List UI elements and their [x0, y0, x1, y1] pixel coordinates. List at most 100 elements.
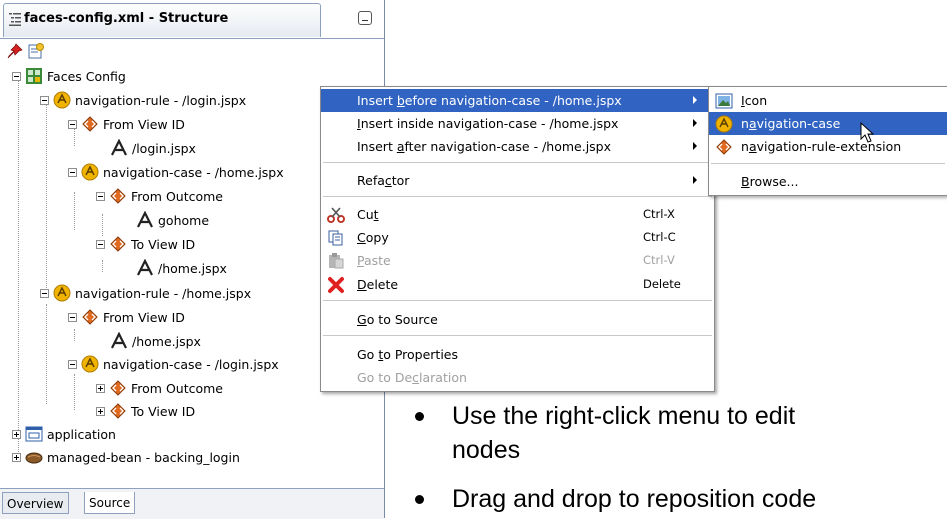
tree-node[interactable]: navigation-case - /home.jspx	[68, 161, 284, 183]
submenu-arrow-icon	[693, 142, 697, 150]
scissors-icon	[327, 207, 345, 223]
bullet-dot	[415, 412, 424, 421]
element-icon	[716, 139, 732, 155]
pin-icon[interactable]	[6, 42, 24, 60]
menu-separator	[323, 196, 712, 197]
expand-toggle[interactable]	[96, 406, 105, 416]
new-view-icon[interactable]	[27, 42, 45, 60]
insert-submenu: Icon navigation-case navigation-rule-ext…	[708, 86, 947, 196]
delete-icon	[328, 277, 344, 293]
collapse-toggle[interactable]	[40, 288, 49, 298]
shortcut-label: Ctrl-C	[643, 230, 676, 244]
element-icon	[110, 188, 126, 204]
bullet-text: Use the right-click menu to edit	[452, 402, 796, 430]
tree-node-label: /login.jspx	[132, 140, 196, 156]
collapse-toggle[interactable]	[12, 71, 21, 81]
tree-node[interactable]: From View ID	[68, 306, 185, 328]
image-icon	[715, 93, 733, 109]
tree-node[interactable]: To View ID	[96, 233, 195, 255]
text-node-icon	[137, 259, 153, 276]
tree-node-label: /home.jspx	[132, 333, 201, 349]
submenu-item-icon[interactable]: Icon	[709, 89, 947, 112]
element-icon	[110, 236, 126, 252]
tree-node[interactable]: application	[12, 423, 116, 445]
submenu-item-navigation-case[interactable]: navigation-case	[709, 112, 947, 135]
tree-node[interactable]: Faces Config	[12, 65, 126, 87]
tree-node[interactable]: navigation-rule - /home.jspx	[40, 282, 251, 304]
panel-toolbar	[0, 38, 384, 65]
tree-node[interactable]: navigation-case - /login.jspx	[68, 353, 279, 375]
menu-item-insert-before[interactable]: Insert before navigation-case - /home.js…	[321, 89, 714, 112]
navigation-icon	[81, 163, 99, 181]
menu-item-delete[interactable]: Delete Delete	[321, 273, 714, 296]
tree-node[interactable]: /home.jspx	[136, 257, 227, 279]
tree-node[interactable]: navigation-rule - /login.jspx	[40, 89, 246, 111]
tree-node-label: From View ID	[103, 309, 185, 325]
submenu-arrow-icon	[693, 96, 697, 104]
tree-node-label: managed-bean - backing_login	[47, 449, 240, 465]
minimize-button[interactable]	[358, 11, 372, 25]
menu-item-refactor[interactable]: Refactor	[321, 169, 714, 192]
tree-node[interactable]: From Outcome	[96, 377, 223, 399]
collapse-toggle[interactable]	[68, 119, 77, 129]
tree-node-label: navigation-case - /home.jspx	[103, 164, 284, 180]
menu-item-paste[interactable]: Paste Ctrl-V	[321, 249, 714, 272]
menu-item-insert-inside[interactable]: Insert inside navigation-case - /home.js…	[321, 112, 714, 135]
element-icon	[82, 116, 98, 132]
text-node-icon	[111, 332, 127, 349]
bullet-dot	[415, 495, 424, 504]
tab-overview[interactable]: Overview	[2, 492, 69, 514]
copy-icon	[328, 230, 343, 246]
tree-node-label: gohome	[158, 212, 210, 228]
menu-separator	[323, 162, 712, 163]
tab-source[interactable]: Source	[84, 492, 136, 514]
collapse-toggle[interactable]	[68, 359, 77, 369]
tree-node[interactable]: managed-bean - backing_login	[12, 446, 240, 468]
bean-icon	[25, 452, 43, 464]
tree-node[interactable]: From View ID	[68, 113, 185, 135]
tree-node-label: From Outcome	[131, 380, 223, 396]
bullet-text: nodes	[452, 436, 521, 464]
expand-toggle[interactable]	[96, 383, 105, 393]
tree-node-label: To View ID	[131, 403, 196, 419]
menu-item-go-to-declaration[interactable]: Go to Declaration	[321, 366, 714, 389]
navigation-icon	[53, 91, 71, 109]
collapse-toggle[interactable]	[96, 239, 105, 249]
tree-node-label: Faces Config	[47, 68, 126, 84]
expand-toggle[interactable]	[12, 452, 21, 462]
panel-title: faces-config.xml - Structure	[24, 11, 229, 26]
submenu-item-navigation-rule-extension[interactable]: navigation-rule-extension	[709, 135, 947, 158]
menu-item-copy[interactable]: Copy Ctrl-C	[321, 226, 714, 249]
tree-node[interactable]: /login.jspx	[110, 137, 196, 159]
element-icon	[110, 380, 126, 396]
structure-tab[interactable]: faces-config.xml - Structure	[3, 3, 321, 37]
element-icon	[110, 403, 126, 419]
expand-toggle[interactable]	[12, 429, 21, 439]
menu-separator	[323, 300, 712, 301]
tree-node[interactable]: To View ID	[96, 400, 195, 422]
tree-node[interactable]: /home.jspx	[110, 330, 201, 352]
tree-node[interactable]: gohome	[136, 209, 209, 231]
shortcut-label: Ctrl-X	[643, 207, 675, 221]
menu-item-insert-after[interactable]: Insert after navigation-case - /home.jsp…	[321, 135, 714, 158]
faces-config-icon	[26, 68, 42, 84]
text-node-icon	[111, 139, 127, 156]
menu-item-go-to-properties[interactable]: Go to Properties	[321, 343, 714, 366]
navigation-icon	[53, 284, 71, 302]
collapse-toggle[interactable]	[68, 312, 77, 322]
submenu-arrow-icon	[693, 176, 697, 184]
collapse-toggle[interactable]	[68, 167, 77, 177]
tree-node-label: navigation-rule - /home.jspx	[75, 285, 252, 301]
tree-node-label: navigation-rule - /login.jspx	[75, 92, 247, 108]
menu-separator	[323, 335, 712, 336]
tree-node-label: navigation-case - /login.jspx	[103, 356, 279, 372]
menu-item-cut[interactable]: Cut Ctrl-X	[321, 203, 714, 226]
tree-node-label: From Outcome	[131, 188, 223, 204]
shortcut-label: Delete	[643, 277, 681, 291]
menu-item-go-to-source[interactable]: Go to Source	[321, 308, 714, 331]
collapse-toggle[interactable]	[40, 95, 49, 105]
tree-node[interactable]: From Outcome	[96, 185, 223, 207]
bullet-text: Drag and drop to reposition code	[452, 485, 817, 513]
submenu-item-browse[interactable]: Browse...	[709, 170, 947, 193]
collapse-toggle[interactable]	[96, 191, 105, 201]
